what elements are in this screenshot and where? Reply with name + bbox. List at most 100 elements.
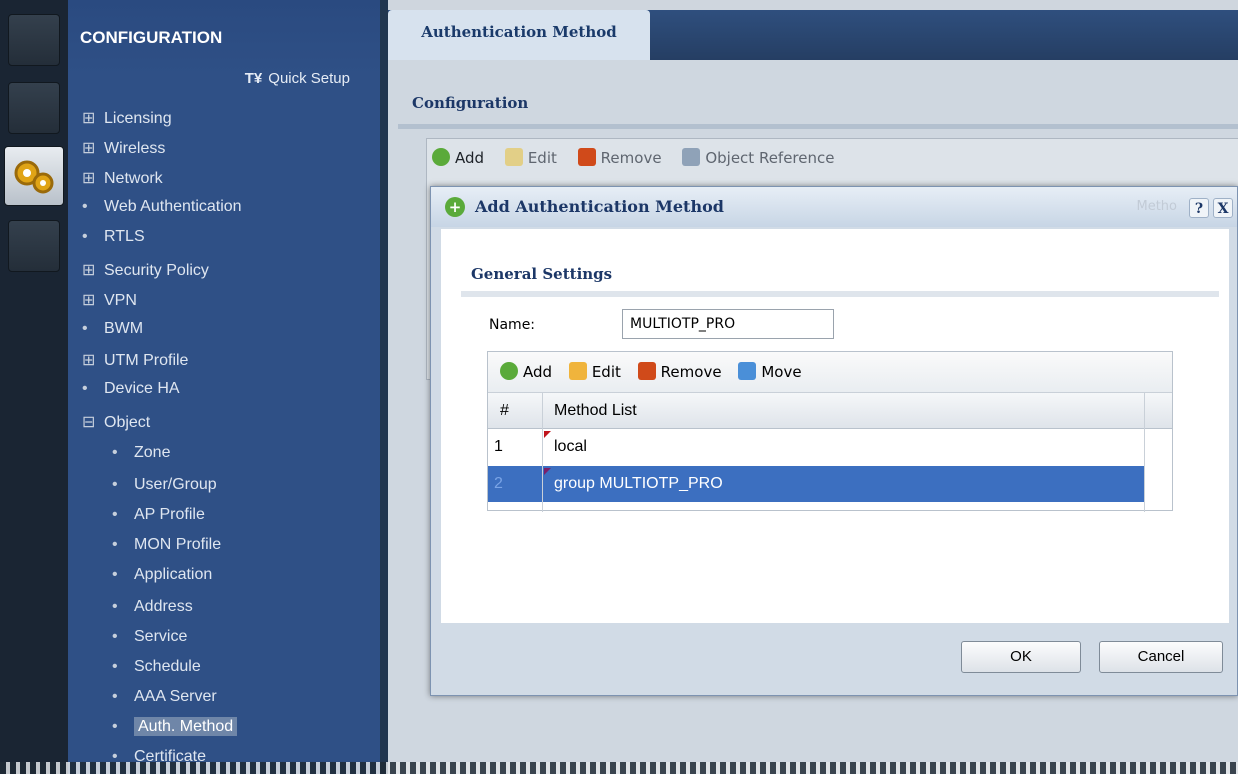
grid-move-button[interactable]: Move (738, 352, 802, 392)
expand-icon: ⊞ (82, 140, 96, 157)
sidebar-header: CONFIGURATION (68, 0, 380, 76)
bullet-icon: • (82, 198, 88, 215)
sidebar-nav: CONFIGURATION T¥ Quick Setup ⊞ Licensing ⊞… (68, 0, 380, 774)
add-label: Add (455, 149, 485, 167)
expand-icon: ⊞ (82, 352, 96, 369)
expand-icon: ⊞ (82, 292, 96, 309)
sidebar-item-ap-profile[interactable]: • AP Profile (112, 506, 205, 524)
sidebar-item-security-policy[interactable]: ⊞ Security Policy (82, 260, 209, 280)
column-divider (1144, 393, 1145, 512)
trash-icon (577, 148, 596, 166)
sidebar-item-schedule[interactable]: • Schedule (112, 658, 201, 676)
tab-authentication-method[interactable]: Authentication Method (388, 10, 650, 60)
sidebar-item-label: BWM (104, 320, 144, 337)
sidebar-item-aaa-server[interactable]: • AAA Server (112, 688, 217, 706)
move-label: Move (761, 363, 802, 381)
sidebar-item-label: AP Profile (134, 506, 205, 523)
maintenance-icon[interactable] (8, 220, 60, 272)
add-button[interactable]: Add (432, 148, 485, 167)
name-label: Name: (489, 317, 536, 333)
sidebar-item-bwm[interactable]: • BWM (82, 320, 143, 338)
sidebar-item-address[interactable]: • Address (112, 598, 193, 616)
add-icon: + (445, 197, 465, 217)
object-reference-icon (682, 148, 701, 166)
bullet-icon: • (112, 598, 118, 615)
collapse-icon: ⊟ (82, 414, 96, 431)
sidebar-item-label: Address (134, 598, 193, 615)
sidebar-item-rtls[interactable]: • RTLS (82, 228, 145, 246)
grid-header: # Method List (488, 393, 1172, 429)
sidebar-item-object[interactable]: ⊟ Object (82, 412, 150, 432)
sidebar-item-label: Schedule (134, 658, 201, 675)
sidebar-item-service[interactable]: • Service (112, 628, 187, 646)
row-index: 2 (494, 475, 503, 492)
remove-button[interactable]: Remove (577, 148, 662, 167)
quick-setup-link[interactable]: T¥ Quick Setup (245, 70, 350, 87)
sidebar-item-label: Object (104, 414, 151, 431)
configuration-gears-icon[interactable] (4, 146, 64, 206)
sidebar-splitter[interactable] (380, 0, 388, 774)
add-icon (500, 362, 518, 380)
grid-remove-button[interactable]: Remove (637, 352, 722, 392)
sidebar-item-label: Wireless (104, 140, 166, 157)
column-header-index[interactable]: # (500, 393, 509, 428)
sidebar-item-zone[interactable]: • Zone (112, 444, 170, 462)
remove-label: Remove (660, 363, 722, 381)
sidebar-item-label: Network (104, 170, 163, 187)
ok-button[interactable]: OK (961, 641, 1081, 673)
cancel-button[interactable]: Cancel (1099, 641, 1223, 673)
sidebar-item-user-group[interactable]: • User/Group (112, 476, 217, 494)
sidebar-item-licensing[interactable]: ⊞ Licensing (82, 108, 172, 128)
name-input[interactable] (622, 309, 834, 339)
sidebar-item-auth-method[interactable]: • Auth. Method (112, 717, 238, 736)
sidebar-item-device-ha[interactable]: • Device HA (82, 380, 180, 398)
bullet-icon: • (112, 688, 118, 705)
sidebar-item-network[interactable]: ⊞ Network (82, 168, 163, 188)
sidebar-item-web-authentication[interactable]: • Web Authentication (82, 198, 242, 216)
table-row[interactable]: 2 group MULTIOTP_PRO (488, 466, 1144, 502)
table-row[interactable]: 1 local (488, 429, 1144, 465)
close-button[interactable]: X (1213, 198, 1233, 218)
dialog-title-bar[interactable]: + Add Authentication Method Metho ? X (431, 187, 1237, 227)
quick-setup-icon: T¥ (244, 70, 263, 87)
column-header-method-list[interactable]: Method List (554, 393, 637, 428)
help-button[interactable]: ? (1189, 198, 1209, 218)
sidebar-item-label: Zone (134, 444, 171, 461)
sidebar-item-wireless[interactable]: ⊞ Wireless (82, 138, 165, 158)
add-label: Add (523, 363, 553, 381)
sidebar-item-label: Security Policy (104, 262, 209, 279)
monitor-icon[interactable] (8, 82, 60, 134)
object-reference-label: Object Reference (705, 149, 835, 167)
sidebar-item-label: VPN (104, 292, 137, 309)
icon-bar (0, 0, 68, 774)
dashboard-icon[interactable] (8, 14, 60, 66)
sidebar-item-label: Web Authentication (104, 198, 242, 215)
expand-icon: ⊞ (82, 170, 96, 187)
edit-button[interactable]: Edit (504, 148, 557, 167)
edit-label: Edit (591, 363, 621, 381)
row-method: group MULTIOTP_PRO (554, 475, 723, 492)
section-divider (461, 291, 1219, 297)
add-icon (432, 148, 450, 166)
grid-add-button[interactable]: Add (500, 352, 552, 392)
edit-icon (568, 362, 587, 380)
bullet-icon: • (112, 566, 118, 583)
sidebar-item-label: Service (134, 628, 188, 645)
remove-label: Remove (600, 149, 662, 167)
sidebar-item-utm-profile[interactable]: ⊞ UTM Profile (82, 350, 188, 370)
bullet-icon: • (112, 718, 118, 735)
grid-edit-button[interactable]: Edit (568, 352, 621, 392)
add-authentication-method-dialog: + Add Authentication Method Metho ? X Ge… (430, 186, 1238, 696)
sidebar-item-mon-profile[interactable]: • MON Profile (112, 536, 221, 554)
method-list-grid: Add Edit Remove Move # Method List 1 loc… (487, 351, 1173, 512)
sidebar-item-vpn[interactable]: ⊞ VPN (82, 290, 137, 310)
sidebar-item-application[interactable]: • Application (112, 566, 212, 584)
sidebar-item-label: Application (134, 566, 213, 583)
row-index: 1 (494, 438, 503, 455)
sidebar-item-label: Licensing (104, 110, 172, 127)
general-settings-title: General Settings (471, 265, 613, 283)
bullet-icon: • (112, 476, 118, 493)
sidebar-item-label: UTM Profile (104, 352, 189, 369)
object-reference-button[interactable]: Object Reference (682, 148, 835, 167)
sidebar-title: CONFIGURATION (80, 28, 223, 47)
